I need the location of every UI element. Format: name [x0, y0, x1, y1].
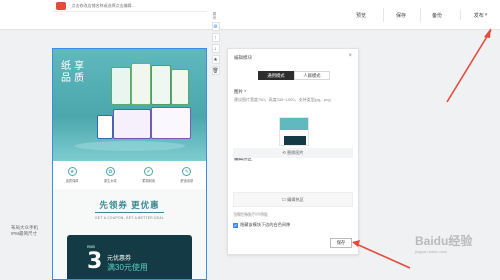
arrow-to-publish — [446, 29, 492, 103]
panel-title: 编辑模块 — [234, 55, 252, 60]
publish-button[interactable]: 发布 ▾ — [460, 10, 492, 20]
backup-button[interactable]: 备份 — [426, 10, 448, 20]
hotspot-tip: 当前已添加了0个热区 — [233, 212, 268, 216]
coupon-type: 元优惠券 — [107, 256, 132, 262]
shop-header[interactable]: · 点击修改店铺名称或选择点击编辑... — [52, 0, 207, 12]
close-icon[interactable]: × — [348, 53, 352, 59]
preview-button[interactable]: 预览 — [350, 10, 372, 20]
divider — [420, 8, 421, 22]
product-pack — [131, 63, 151, 105]
banner-calligraphy: 纸 享 品 质 — [61, 61, 85, 84]
watermark: Baidu经验 jingyan.baidu.com — [415, 232, 472, 254]
thumbnail-banner — [280, 118, 308, 130]
product-pack — [97, 115, 113, 139]
publish-label: 发布 — [473, 12, 484, 19]
product-pack — [151, 65, 171, 105]
hide-gap-label: 隐藏该模块下边的白色间隙 — [240, 222, 291, 227]
device-size-hint: 布局大众手机 IPM最简尺寸 — [11, 225, 38, 236]
watermark-sub: jingyan.baidu.com — [415, 249, 448, 254]
product-pack — [113, 109, 151, 139]
pen-icon: ✎ — [182, 167, 192, 176]
coupon-condition: 满30元使用 — [107, 263, 148, 272]
module-toolbar-label: 模块 — [213, 12, 217, 20]
image-requirements: 建议图片宽度750，高度335~1500，支持类型jpg，png — [234, 97, 331, 102]
edit-hotspot-button[interactable]: ☐ 编辑热区 — [233, 192, 353, 207]
display-stage — [75, 141, 185, 151]
replace-image-button[interactable]: ⟲ 替换图片 — [233, 148, 353, 158]
mode-tabs: 通用模式 人群模式 — [258, 71, 330, 80]
watermark-main: Baidu经验 — [415, 234, 473, 248]
coupon-title: 先领券 更优惠 — [95, 199, 164, 213]
shop-logo — [56, 1, 66, 10]
save-top-button[interactable]: 保存 — [390, 10, 412, 20]
tab-general-mode[interactable]: 通用模式 — [258, 71, 294, 80]
check-icon: ✔ — [144, 167, 154, 176]
move-down-icon[interactable]: ↓ — [211, 44, 220, 53]
arrow-to-save — [353, 242, 411, 269]
image-label: 图片 * — [234, 89, 247, 94]
thumbnail-coupon — [284, 136, 306, 145]
image-thumbnail[interactable] — [279, 117, 309, 146]
delete-icon[interactable]: 🗑 — [211, 66, 220, 75]
feature-strip: ★ 品质保障 ✿ 原生木浆 ✔ 柔韧耐用 ✎ 舒适亲肤 — [53, 161, 206, 189]
save-button[interactable]: 保存 — [330, 238, 352, 248]
tab-audience-mode[interactable]: 人群模式 — [294, 71, 330, 80]
banner-image[interactable]: 纸 享 品 质 — [53, 49, 206, 161]
thumbnail-strip — [280, 130, 308, 134]
hide-gap-option[interactable]: ✔ 隐藏该模块下边的白色间隙 — [233, 222, 290, 228]
product-pack — [111, 67, 131, 105]
product-pack — [151, 107, 191, 139]
settings-icon[interactable]: ⚙ — [211, 22, 220, 31]
quality-icon: ★ — [67, 167, 77, 176]
feature-item: ✿ 原生木浆 — [104, 167, 117, 183]
star-icon[interactable]: ★ — [211, 55, 220, 64]
divider — [383, 8, 384, 22]
coupon-subtitle: GET A COUPON, GET A BETTER DEAL — [95, 216, 164, 220]
coupon-heading: 先领券 更优惠 GET A COUPON, GET A BETTER DEAL — [53, 199, 206, 220]
feature-label: 品质保障 — [65, 179, 79, 183]
feature-item: ★ 品质保障 — [66, 167, 79, 183]
feature-label: 柔韧耐用 — [142, 179, 155, 183]
flower-icon: ✿ — [105, 167, 115, 176]
feature-label: 原生木浆 — [104, 179, 117, 183]
module-toolbar: 模块 ⚙ ↑ ↓ ★ 🗑 — [211, 12, 220, 112]
feature-label: 舒适亲肤 — [180, 179, 194, 183]
coupon-amount: 3 — [87, 249, 103, 274]
shop-name: · 点击修改店铺名称或选择点击编辑... — [69, 2, 135, 8]
hide-gap-checkbox[interactable]: ✔ — [233, 222, 238, 228]
feature-item: ✔ 柔韧耐用 — [142, 167, 155, 183]
coupon-card[interactable]: RMB 3 元优惠券 满30元使用 — [67, 235, 192, 279]
feature-item: ✎ 舒适亲肤 — [180, 167, 194, 183]
move-up-icon[interactable]: ↑ — [211, 33, 220, 42]
chevron-down-icon: ▾ — [484, 12, 488, 18]
product-pack — [171, 69, 189, 105]
mobile-preview[interactable]: 纸 享 品 质 ★ 品质保障 ✿ 原生木浆 ✔ 柔韧耐用 ✎ 舒适亲肤 先领券 … — [52, 48, 207, 280]
